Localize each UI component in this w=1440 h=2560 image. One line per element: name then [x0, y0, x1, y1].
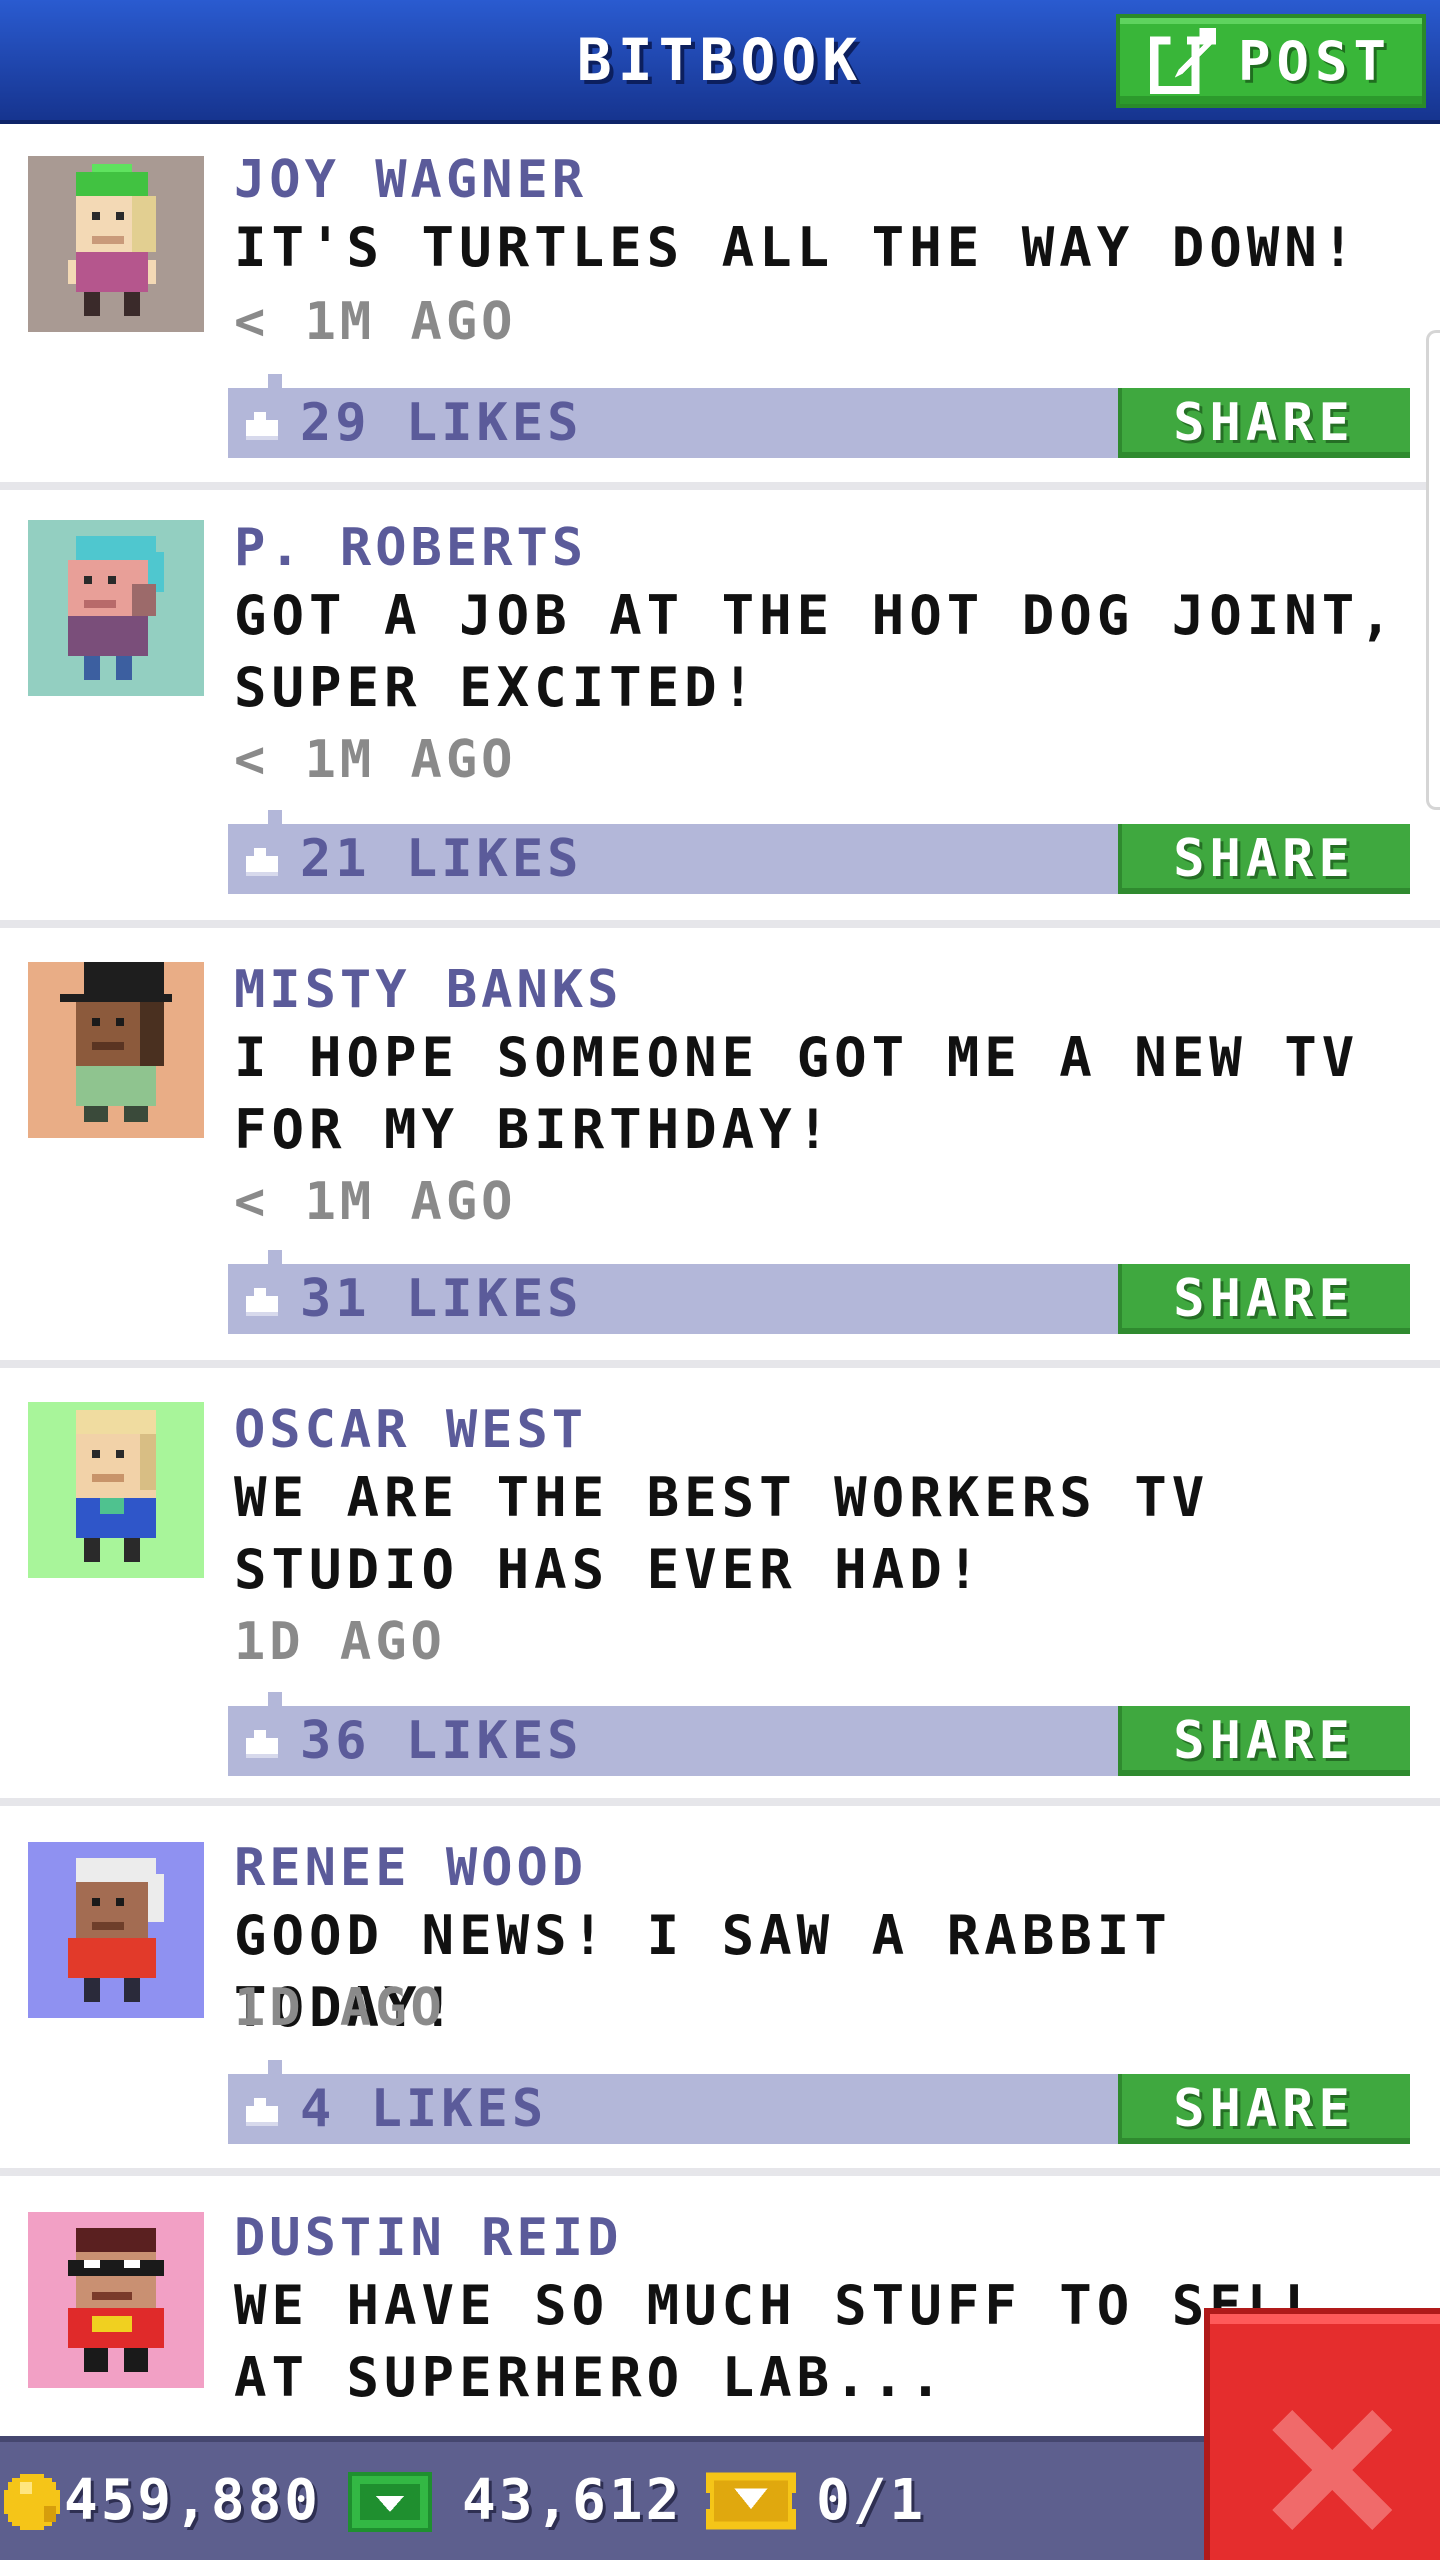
post-button-label: POST: [1237, 29, 1393, 93]
post-divider: [0, 920, 1440, 928]
post-text: GOT A JOB AT THE HOT DOG JOINT, SUPER EX…: [234, 584, 1397, 719]
top-bar: BITBOOK POST: [0, 0, 1440, 124]
likes-count: 31 LIKES: [300, 1269, 583, 1329]
likes-count: 36 LIKES: [300, 1711, 583, 1771]
likes-bar: 31 LIKES SHARE: [228, 1250, 1410, 1334]
post-text: IT'S TURTLES ALL THE WAY DOWN!: [234, 216, 1360, 279]
scrollbar[interactable]: [1426, 330, 1440, 810]
post-timestamp: < 1M AGO: [234, 1172, 517, 1232]
thumbs-up-icon[interactable]: [242, 840, 282, 880]
share-button[interactable]: SHARE: [1118, 1706, 1410, 1776]
avatar: [28, 520, 204, 696]
close-button[interactable]: [1204, 2308, 1440, 2560]
coin-icon: [4, 2474, 60, 2530]
post-author: DUSTIN REID: [234, 2208, 623, 2268]
thumbs-up-icon[interactable]: [242, 2090, 282, 2130]
likes-count: 21 LIKES: [300, 829, 583, 889]
post-text: I HOPE SOMEONE GOT ME A NEW TV FOR MY BI…: [234, 1026, 1360, 1161]
post-author: OSCAR WEST: [234, 1400, 588, 1460]
post-author: P. ROBERTS: [234, 518, 588, 578]
post-author: RENEE WOOD: [234, 1838, 588, 1898]
avatar-blonde-icon: [28, 1402, 204, 1578]
avatar: [28, 2212, 204, 2388]
likes-count: 29 LIKES: [300, 393, 583, 453]
likes-bar: 36 LIKES SHARE: [228, 1692, 1410, 1776]
likes-bar: 29 LIKES SHARE: [228, 374, 1410, 458]
post-divider: [0, 482, 1440, 490]
ticket-icon: [706, 2472, 796, 2530]
post-author: MISTY BANKS: [234, 960, 623, 1020]
likes-bar: 21 LIKES SHARE: [228, 810, 1410, 894]
post-divider: [0, 1798, 1440, 1806]
close-icon: [1272, 2410, 1392, 2530]
avatar-white-hair-icon: [28, 1842, 204, 2018]
post-divider: [0, 1360, 1440, 1368]
avatar: [28, 1842, 204, 2018]
avatar-teal-hair-icon: [28, 520, 204, 696]
share-button[interactable]: SHARE: [1118, 1264, 1410, 1334]
avatar-top-hat-icon: [28, 962, 204, 1138]
avatar: [28, 1402, 204, 1578]
thumbs-up-icon[interactable]: [242, 404, 282, 444]
cash-icon: [348, 2472, 432, 2532]
compose-icon: [1149, 28, 1216, 94]
avatar: [28, 962, 204, 1138]
feed[interactable]: JOY WAGNER IT'S TURTLES ALL THE WAY DOWN…: [0, 124, 1440, 2436]
post-divider: [0, 2168, 1440, 2176]
post-text: WE ARE THE BEST WORKERS TV STUDIO HAS EV…: [234, 1466, 1210, 1601]
post-button[interactable]: POST: [1116, 14, 1426, 108]
coins-count: 459,880: [64, 2468, 322, 2533]
bux-count: 43,612: [462, 2468, 683, 2533]
thumbs-up-icon[interactable]: [242, 1722, 282, 1762]
share-button[interactable]: SHARE: [1118, 824, 1410, 894]
post-timestamp: 1D AGO: [234, 1612, 446, 1672]
share-button[interactable]: SHARE: [1118, 388, 1410, 458]
likes-count: 4 LIKES: [300, 2079, 548, 2139]
likes-bar: 4 LIKES SHARE: [228, 2060, 1410, 2144]
thumbs-up-icon[interactable]: [242, 1280, 282, 1320]
post-timestamp: < 1M AGO: [234, 292, 517, 352]
post-author: JOY WAGNER: [234, 150, 588, 210]
avatar-masked-hero-icon: [28, 2212, 204, 2388]
post-timestamp: < 1M AGO: [234, 730, 517, 790]
avatar-green-cap-icon: [28, 156, 204, 332]
post-timestamp: 1D AGO: [234, 1978, 446, 2038]
tickets-count: 0/1: [816, 2468, 927, 2533]
share-button[interactable]: SHARE: [1118, 2074, 1410, 2144]
avatar: [28, 156, 204, 332]
